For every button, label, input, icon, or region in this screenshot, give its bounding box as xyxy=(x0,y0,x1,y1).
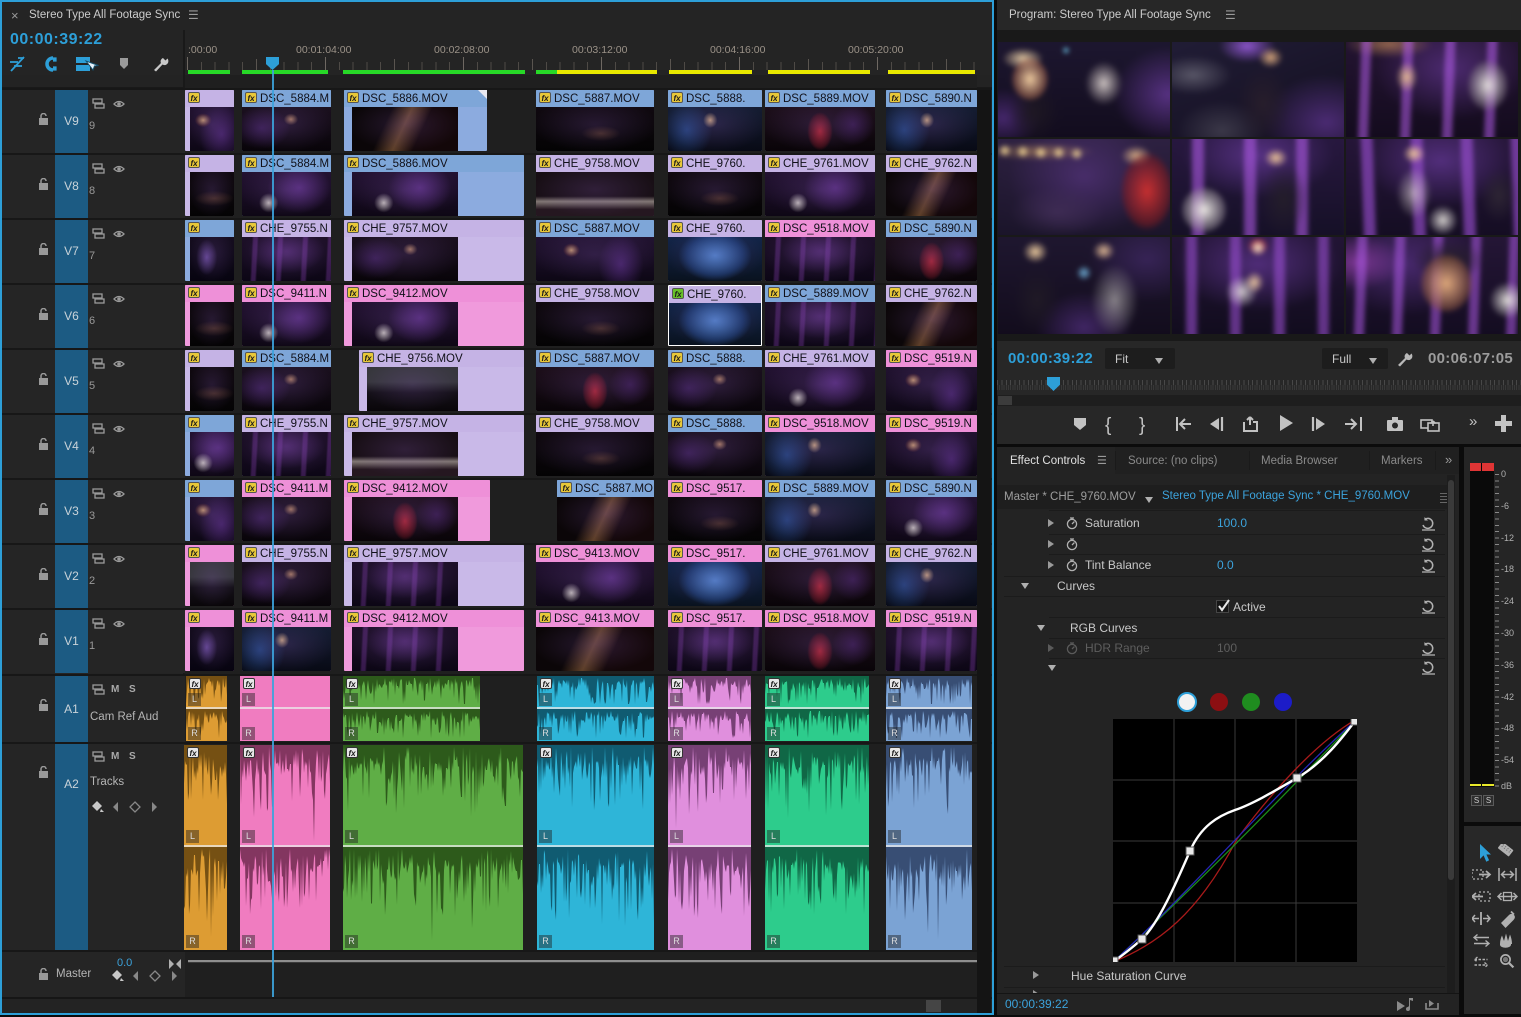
svg-text:}: } xyxy=(1139,415,1145,436)
svg-text:»: » xyxy=(1469,413,1477,430)
svg-text:{: { xyxy=(1105,415,1112,436)
